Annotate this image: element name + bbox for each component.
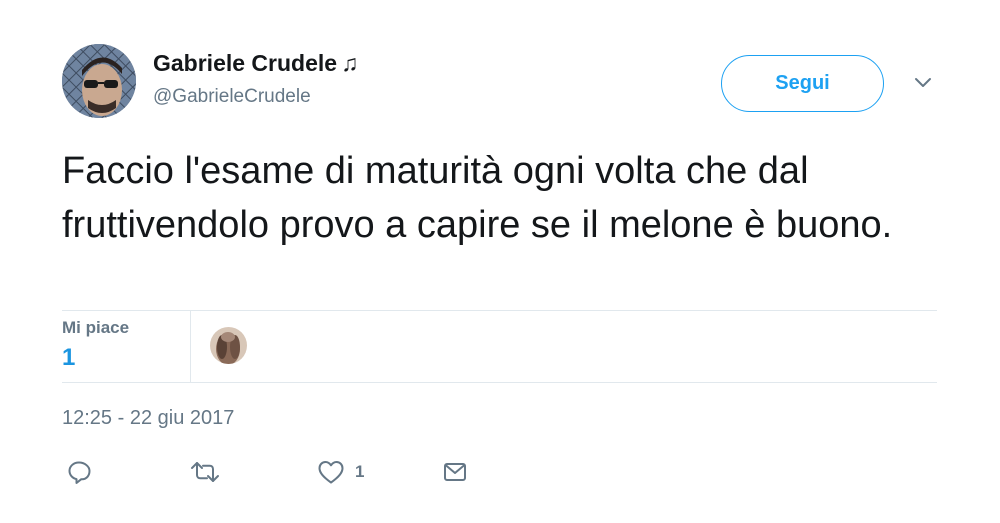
music-note-icon: ♫: [341, 50, 359, 76]
retweet-button[interactable]: [190, 458, 220, 486]
like-button[interactable]: 1: [317, 458, 364, 486]
author-name-text: Gabriele Crudele: [153, 50, 338, 76]
likes-label[interactable]: Mi piace: [62, 318, 129, 338]
avatar-image: [62, 44, 136, 118]
tweet-card: Gabriele Crudele ♫ @GabrieleCrudele Segui…: [0, 0, 1000, 523]
like-count: 1: [355, 462, 365, 481]
tweet-text: Faccio l'esame di maturità ogni volta ch…: [62, 150, 893, 246]
follow-button[interactable]: Segui: [721, 55, 884, 112]
tweet-timestamp[interactable]: 12:25 - 22 giu 2017: [62, 407, 234, 430]
envelope-icon: [442, 459, 468, 485]
stats-separator: [190, 311, 191, 382]
author-avatar[interactable]: [62, 44, 136, 118]
retweet-icon: [190, 459, 220, 485]
direct-message-button[interactable]: [442, 458, 468, 486]
divider: [62, 382, 937, 383]
likes-count[interactable]: 1: [62, 344, 75, 372]
liker-avatar[interactable]: [210, 327, 247, 364]
author-name[interactable]: Gabriele Crudele ♫: [153, 50, 358, 77]
heart-icon: [317, 459, 345, 485]
reply-button[interactable]: [66, 458, 92, 486]
divider: [62, 310, 937, 311]
chevron-down-icon[interactable]: [912, 74, 934, 92]
author-handle[interactable]: @GabrieleCrudele: [153, 86, 311, 108]
reply-icon: [66, 459, 92, 485]
